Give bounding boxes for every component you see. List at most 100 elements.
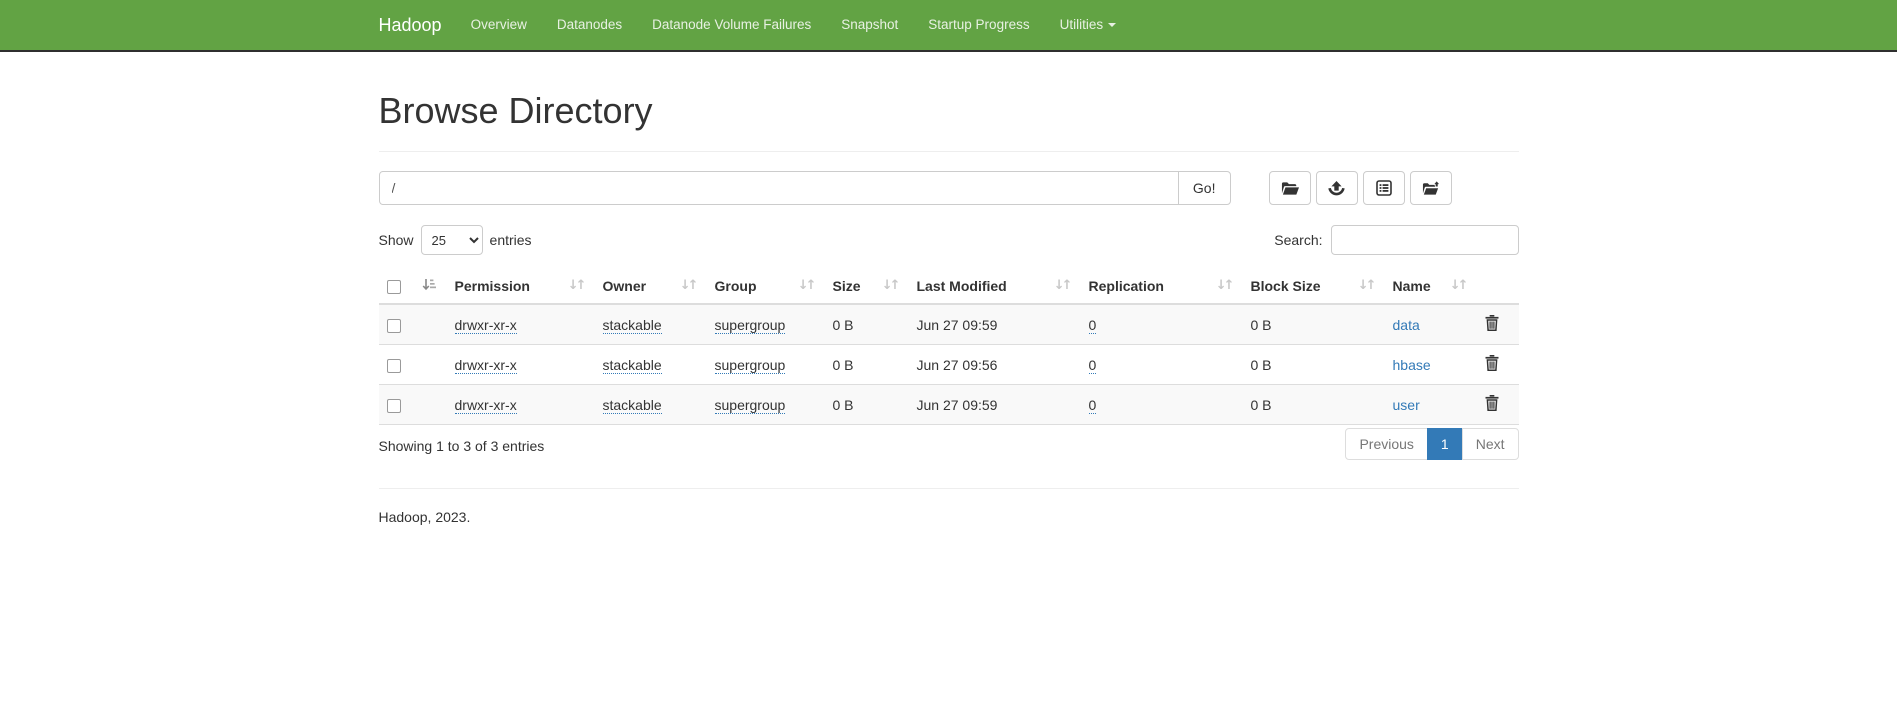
group-value[interactable]: supergroup	[715, 317, 786, 334]
group-value[interactable]: supergroup	[715, 397, 786, 414]
header-group[interactable]: Group ↓↑	[707, 269, 825, 304]
nav-item-datanode-volume-failures[interactable]: Datanode Volume Failures	[637, 0, 826, 50]
group-value[interactable]: supergroup	[715, 357, 786, 374]
list-alt-icon	[1376, 180, 1392, 196]
create-directory-button[interactable]	[1269, 171, 1311, 205]
top-navbar: Hadoop Overview Datanodes Datanode Volum…	[0, 0, 1897, 52]
directory-link[interactable]: data	[1393, 317, 1420, 333]
set-quota-button[interactable]	[1363, 171, 1405, 205]
table-header-row: Permission ↓↑ Owner ↓↑ Group ↓↑ Size ↓↑ Last…	[379, 269, 1519, 304]
owner-value[interactable]: stackable	[603, 357, 662, 374]
header-owner-label: Owner	[603, 278, 647, 294]
owner-value[interactable]: stackable	[603, 397, 662, 414]
header-select-all[interactable]	[379, 269, 447, 304]
directory-table: Permission ↓↑ Owner ↓↑ Group ↓↑ Size ↓↑ Last…	[379, 269, 1519, 425]
header-owner[interactable]: Owner ↓↑	[595, 269, 707, 304]
pagination: Previous 1 Next	[1345, 428, 1518, 460]
footer-divider	[379, 488, 1519, 489]
table-row: drwxr-xr-x stackable supergroup 0 B Jun …	[379, 304, 1519, 345]
brand-hadoop[interactable]: Hadoop	[379, 0, 456, 50]
row-checkbox[interactable]	[387, 359, 401, 373]
replication-value[interactable]: 0	[1089, 397, 1097, 414]
table-row: drwxr-xr-x stackable supergroup 0 B Jun …	[379, 345, 1519, 385]
header-replication-label: Replication	[1089, 278, 1164, 294]
nav-item-overview[interactable]: Overview	[456, 0, 542, 50]
sort-both-icon: ↓↑	[1358, 278, 1377, 293]
header-replication[interactable]: Replication ↓↑	[1081, 269, 1243, 304]
nav-item-datanodes[interactable]: Datanodes	[542, 0, 637, 50]
sort-both-icon: ↓↑	[1054, 278, 1073, 293]
select-all-checkbox[interactable]	[387, 280, 401, 294]
nav-item-utilities-dropdown[interactable]: Utilities	[1045, 0, 1132, 50]
block-size-value: 0 B	[1251, 357, 1272, 373]
replication-value[interactable]: 0	[1089, 317, 1097, 334]
page-title: Browse Directory	[379, 90, 1519, 132]
trash-icon	[1485, 399, 1499, 414]
last-modified-value: Jun 27 09:56	[917, 357, 998, 373]
permission-value[interactable]: drwxr-xr-x	[455, 317, 517, 334]
page-size-select[interactable]: 25	[421, 225, 483, 255]
trash-icon	[1485, 319, 1499, 334]
header-size[interactable]: Size ↓↑	[825, 269, 909, 304]
sort-both-icon: ↓↑	[568, 278, 587, 293]
header-block-size-label: Block Size	[1251, 278, 1321, 294]
entries-info: Showing 1 to 3 of 3 entries	[379, 428, 545, 454]
folder-upload-icon	[1422, 181, 1440, 196]
directory-path-input[interactable]	[379, 171, 1179, 205]
page-number-button[interactable]: 1	[1427, 428, 1463, 460]
search-input[interactable]	[1331, 225, 1519, 255]
replication-value[interactable]: 0	[1089, 357, 1097, 374]
header-size-label: Size	[833, 278, 861, 294]
directory-link[interactable]: hbase	[1393, 357, 1431, 373]
permission-value[interactable]: drwxr-xr-x	[455, 357, 517, 374]
header-group-label: Group	[715, 278, 757, 294]
size-value: 0 B	[833, 317, 854, 333]
next-page-button[interactable]: Next	[1462, 428, 1519, 460]
search-label: Search:	[1274, 232, 1322, 248]
move-to-trash-toggle-button[interactable]	[1410, 171, 1452, 205]
last-modified-value: Jun 27 09:59	[917, 317, 998, 333]
nav-item-snapshot[interactable]: Snapshot	[826, 0, 913, 50]
header-permission-label: Permission	[455, 278, 530, 294]
header-name-label: Name	[1393, 278, 1431, 294]
chevron-down-icon	[1108, 23, 1116, 27]
row-checkbox[interactable]	[387, 399, 401, 413]
size-value: 0 B	[833, 357, 854, 373]
footer-text: Hadoop, 2023.	[379, 509, 1519, 525]
sort-both-icon: ↓↑	[1216, 278, 1235, 293]
trash-icon	[1485, 359, 1499, 374]
directory-actions	[1269, 171, 1452, 205]
table-row: drwxr-xr-x stackable supergroup 0 B Jun …	[379, 385, 1519, 425]
header-block-size[interactable]: Block Size ↓↑	[1243, 269, 1385, 304]
delete-button[interactable]	[1485, 315, 1499, 334]
upload-files-button[interactable]	[1316, 171, 1358, 205]
utilities-label: Utilities	[1060, 17, 1104, 32]
path-bar: Go!	[379, 171, 1519, 205]
delete-button[interactable]	[1485, 395, 1499, 414]
row-checkbox[interactable]	[387, 319, 401, 333]
entries-label: entries	[490, 232, 532, 248]
owner-value[interactable]: stackable	[603, 317, 662, 334]
directory-link[interactable]: user	[1393, 397, 1420, 413]
header-last-modified-label: Last Modified	[917, 278, 1007, 294]
permission-value[interactable]: drwxr-xr-x	[455, 397, 517, 414]
show-label: Show	[379, 232, 414, 248]
sort-amount-asc-icon	[422, 278, 439, 293]
sort-both-icon: ↓↑	[798, 278, 817, 293]
table-controls: Show 25 entries Search:	[379, 225, 1519, 255]
nav-item-startup-progress[interactable]: Startup Progress	[913, 0, 1044, 50]
size-value: 0 B	[833, 397, 854, 413]
sort-both-icon: ↓↑	[680, 278, 699, 293]
title-divider	[379, 151, 1519, 152]
delete-button[interactable]	[1485, 355, 1499, 374]
block-size-value: 0 B	[1251, 317, 1272, 333]
header-name[interactable]: Name ↓↑	[1385, 269, 1477, 304]
header-last-modified[interactable]: Last Modified ↓↑	[909, 269, 1081, 304]
header-permission[interactable]: Permission ↓↑	[447, 269, 595, 304]
folder-open-icon	[1281, 181, 1299, 196]
go-button[interactable]: Go!	[1178, 171, 1231, 205]
upload-icon	[1328, 181, 1345, 196]
sort-both-icon: ↓↑	[882, 278, 901, 293]
previous-page-button[interactable]: Previous	[1345, 428, 1427, 460]
sort-both-icon: ↓↑	[1450, 278, 1469, 293]
